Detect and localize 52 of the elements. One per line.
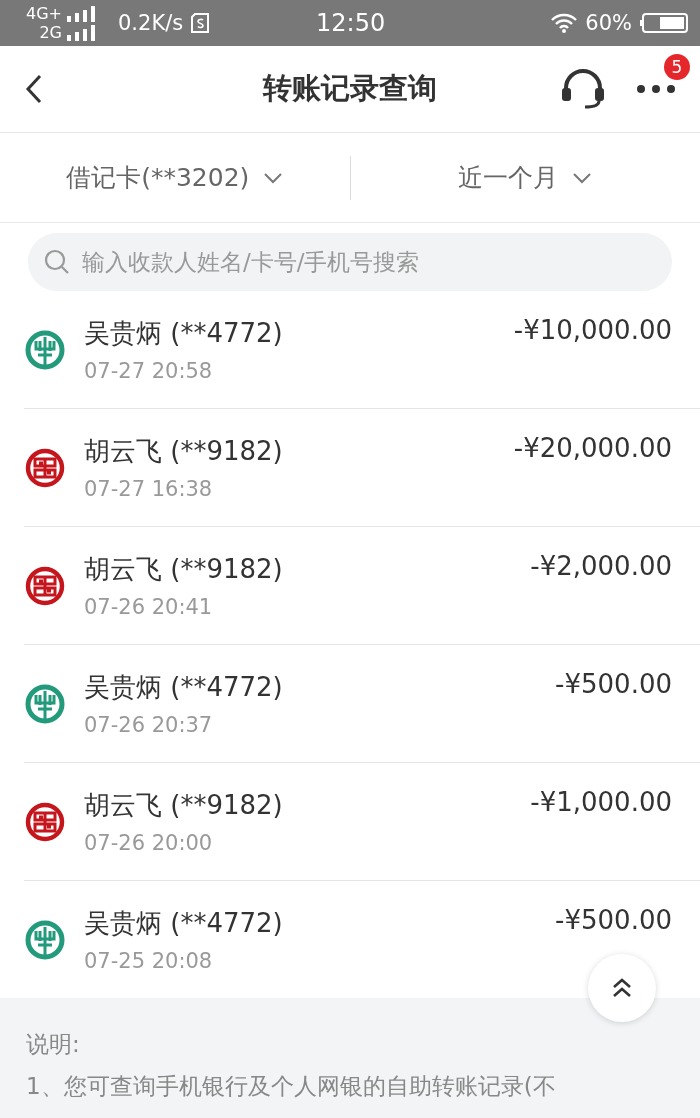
transfer-time: 07-27 16:38	[84, 477, 214, 501]
transfer-amount: -¥500.00	[555, 669, 672, 699]
double-chevron-up-icon	[611, 977, 633, 999]
transfer-record[interactable]: 胡云飞 (**9182) 07-27 16:38 -¥20,000.00	[24, 409, 700, 527]
notes-text: 1、您可查询手机银行及个人网银的自助转账记录(不	[26, 1072, 557, 1101]
sim-icon	[191, 13, 210, 33]
transfer-time: 07-25 20:08	[84, 949, 214, 973]
transfer-record[interactable]: 吴贵炳 (**4772) 07-26 20:37 -¥500.00	[24, 645, 700, 763]
payee-name: 吴贵炳 (**4772)	[84, 907, 284, 940]
headset-icon	[560, 68, 606, 110]
transfer-amount: -¥10,000.00	[513, 315, 672, 345]
transfer-amount: -¥20,000.00	[513, 433, 672, 463]
filter-dropdown[interactable]: 近一个月	[350, 160, 700, 195]
transfer-amount: -¥2,000.00	[530, 551, 672, 581]
wifi-icon	[551, 13, 578, 33]
transfer-amount: -¥1,000.00	[530, 787, 672, 817]
payee-name: 胡云飞 (**9182)	[84, 553, 284, 586]
scroll-top-button[interactable]	[588, 954, 656, 1022]
more-icon	[636, 84, 676, 94]
transfer-time: 07-27 20:58	[84, 359, 214, 383]
transfer-record[interactable]: 吴贵炳 (**4772) 07-27 20:58 -¥10,000.00	[24, 291, 700, 409]
network-label: 4G+	[26, 4, 62, 23]
notes-heading: 说明:	[26, 1030, 81, 1059]
bank-logo-icon	[24, 446, 66, 489]
transfer-time: 07-26 20:00	[84, 831, 214, 855]
page-title: 转账记录查询	[263, 70, 437, 107]
transfer-amount: -¥500.00	[555, 905, 672, 935]
bank-logo-icon	[24, 918, 66, 961]
transfer-time: 07-26 20:41	[84, 595, 214, 619]
bank-logo-icon	[24, 800, 66, 843]
payee-name: 胡云飞 (**9182)	[84, 789, 284, 822]
chevron-down-icon	[572, 171, 593, 184]
battery-icon	[640, 13, 688, 33]
search-field[interactable]: 输入收款人姓名/卡号/手机号搜索	[28, 233, 672, 291]
transfer-time: 07-26 20:37	[84, 713, 214, 737]
notification-badge: 5	[664, 54, 690, 80]
network-speed: 0.2K/s	[118, 11, 184, 35]
transfer-record[interactable]: 胡云飞 (**9182) 07-26 20:41 -¥2,000.00	[24, 527, 700, 645]
transfer-record[interactable]: 胡云飞 (**9182) 07-26 20:00 -¥1,000.00	[24, 763, 700, 881]
transfer-record[interactable]: 吴贵炳 (**4772) 07-25 20:08 -¥500.00	[24, 881, 700, 998]
payee-name: 吴贵炳 (**4772)	[84, 671, 284, 704]
filter-dropdown[interactable]: 借记卡(**3202)	[0, 160, 350, 195]
bank-logo-icon	[24, 682, 66, 725]
bank-logo-icon	[24, 564, 66, 607]
back-icon	[24, 74, 44, 104]
chevron-down-icon	[263, 171, 284, 184]
battery-percent: 60%	[585, 11, 632, 35]
clock: 12:50	[316, 9, 386, 37]
network-label: 2G	[39, 23, 62, 42]
payee-name: 吴贵炳 (**4772)	[84, 317, 284, 350]
payee-name: 胡云飞 (**9182)	[84, 435, 284, 468]
bank-logo-icon	[24, 328, 66, 371]
